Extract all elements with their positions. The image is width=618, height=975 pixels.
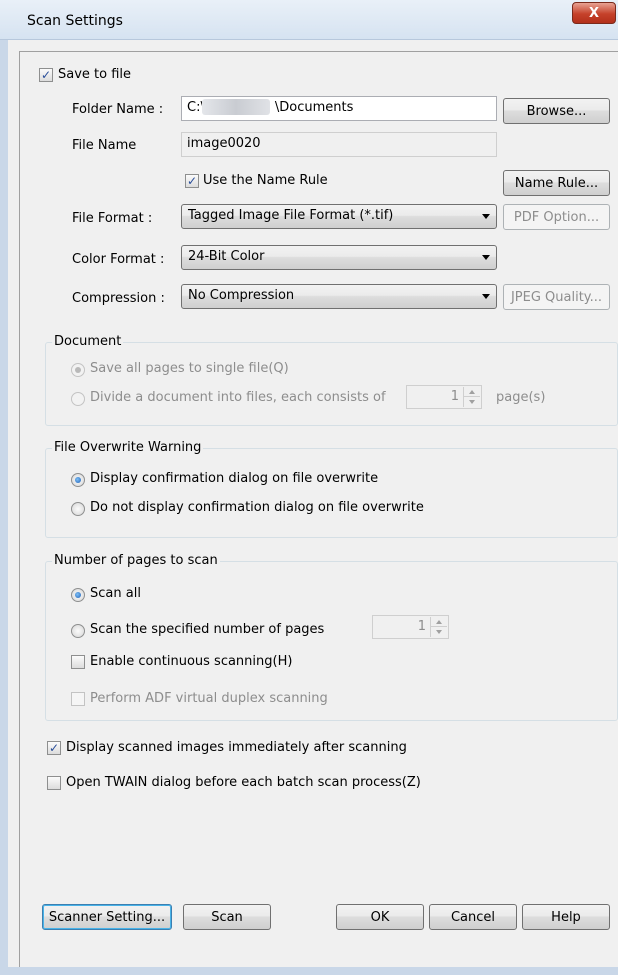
save-to-file-checkbox[interactable]: ✓ <box>39 68 53 82</box>
pages-group-title: Number of pages to scan <box>52 553 220 568</box>
cancel-label: Cancel <box>450 909 496 925</box>
scan-specified-radio[interactable] <box>71 624 85 638</box>
color-format-label: Color Format : <box>72 252 165 267</box>
pages-unit-label: page(s) <box>496 390 546 405</box>
overwrite-group: File Overwrite Warning <box>45 440 618 538</box>
title-bar: Scan Settings X <box>0 0 618 40</box>
divide-document-label: Divide a document into files, each consi… <box>90 390 386 405</box>
jpeg-quality-button[interactable]: JPEG Quality... <box>503 284 610 310</box>
use-name-rule-label: Use the Name Rule <box>203 173 328 188</box>
document-group: Document <box>45 334 618 426</box>
save-single-file-label: Save all pages to single file(Q) <box>90 361 289 376</box>
open-twain-label: Open TWAIN dialog before each batch scan… <box>66 775 421 790</box>
save-single-file-radio[interactable] <box>71 363 85 377</box>
compression-label: Compression : <box>72 291 165 306</box>
file-name-label: File Name <box>72 138 137 153</box>
help-label: Help <box>551 909 581 925</box>
browse-button[interactable]: Browse... <box>503 98 610 124</box>
display-images-checkbox[interactable]: ✓ <box>47 741 61 755</box>
file-format-value: Tagged Image File Format (*.tif) <box>188 208 394 223</box>
file-name-value: image0020 <box>187 136 261 151</box>
no-confirmation-radio[interactable] <box>71 502 85 516</box>
folder-suffix: \Documents <box>274 100 354 115</box>
pages-per-file-value: 1 <box>450 389 459 404</box>
adf-duplex-checkbox[interactable] <box>71 692 85 706</box>
spinner-up-icon[interactable] <box>464 387 480 397</box>
pages-count-spinner[interactable]: 1 <box>372 615 449 639</box>
pdf-option-button[interactable]: PDF Option... <box>503 204 610 230</box>
close-icon: X <box>588 5 600 21</box>
help-button[interactable]: Help <box>522 904 610 930</box>
spinner-down-icon[interactable] <box>431 627 447 637</box>
scanner-setting-label: Scanner Setting... <box>48 909 166 925</box>
scan-all-radio[interactable] <box>71 588 85 602</box>
pages-per-file-spinner[interactable]: 1 <box>406 385 482 409</box>
save-to-file-label: Save to file <box>58 67 132 82</box>
checkmark-icon: ✓ <box>48 741 60 755</box>
compression-select[interactable]: No Compression <box>181 284 497 309</box>
spinner-arrows <box>463 387 480 407</box>
name-rule-label: Name Rule... <box>514 175 599 191</box>
spinner-up-icon[interactable] <box>431 617 447 627</box>
file-name-field: image0020 <box>181 132 497 157</box>
pages-count-value: 1 <box>417 619 426 634</box>
redacted-username <box>202 99 270 115</box>
open-twain-checkbox[interactable] <box>47 776 61 790</box>
close-button[interactable]: X <box>572 2 616 24</box>
no-confirmation-label: Do not display confirmation dialog on fi… <box>90 500 424 515</box>
ok-button[interactable]: OK <box>336 904 424 930</box>
color-format-select[interactable]: 24-Bit Color <box>181 245 497 270</box>
folder-name-label: Folder Name : <box>72 102 164 117</box>
document-group-title: Document <box>52 334 124 349</box>
scan-specified-label: Scan the specified number of pages <box>90 622 325 637</box>
compression-value: No Compression <box>188 288 295 303</box>
overwrite-group-title: File Overwrite Warning <box>52 440 204 455</box>
window-title: Scan Settings <box>27 13 123 29</box>
color-format-value: 24-Bit Color <box>188 249 265 264</box>
name-rule-button[interactable]: Name Rule... <box>503 170 610 196</box>
file-format-label: File Format : <box>72 211 153 226</box>
continuous-scanning-label: Enable continuous scanning(H) <box>90 654 293 669</box>
divide-document-radio[interactable] <box>71 392 85 406</box>
cancel-button[interactable]: Cancel <box>429 904 517 930</box>
adf-duplex-label: Perform ADF virtual duplex scanning <box>90 691 328 706</box>
checkmark-icon: ✓ <box>40 68 52 82</box>
chevron-down-icon <box>482 214 490 219</box>
scan-all-label: Scan all <box>90 586 141 601</box>
jpeg-quality-label: JPEG Quality... <box>510 289 603 305</box>
checkmark-icon: ✓ <box>186 174 198 188</box>
scan-label: Scan <box>211 909 243 925</box>
scanner-setting-button[interactable]: Scanner Setting... <box>42 904 172 930</box>
display-confirmation-label: Display confirmation dialog on file over… <box>90 471 379 486</box>
scan-button[interactable]: Scan <box>183 904 271 930</box>
spinner-down-icon[interactable] <box>464 397 480 407</box>
display-confirmation-radio[interactable] <box>71 473 85 487</box>
file-format-select[interactable]: Tagged Image File Format (*.tif) <box>181 204 497 229</box>
display-images-label: Display scanned images immediately after… <box>66 740 407 755</box>
spinner-arrows <box>430 617 447 637</box>
chevron-down-icon <box>482 294 490 299</box>
continuous-scanning-checkbox[interactable] <box>71 655 85 669</box>
pdf-option-label: PDF Option... <box>513 209 600 225</box>
use-name-rule-checkbox[interactable]: ✓ <box>185 174 199 188</box>
browse-label: Browse... <box>526 103 587 119</box>
chevron-down-icon <box>482 255 490 260</box>
ok-label: OK <box>370 909 390 925</box>
